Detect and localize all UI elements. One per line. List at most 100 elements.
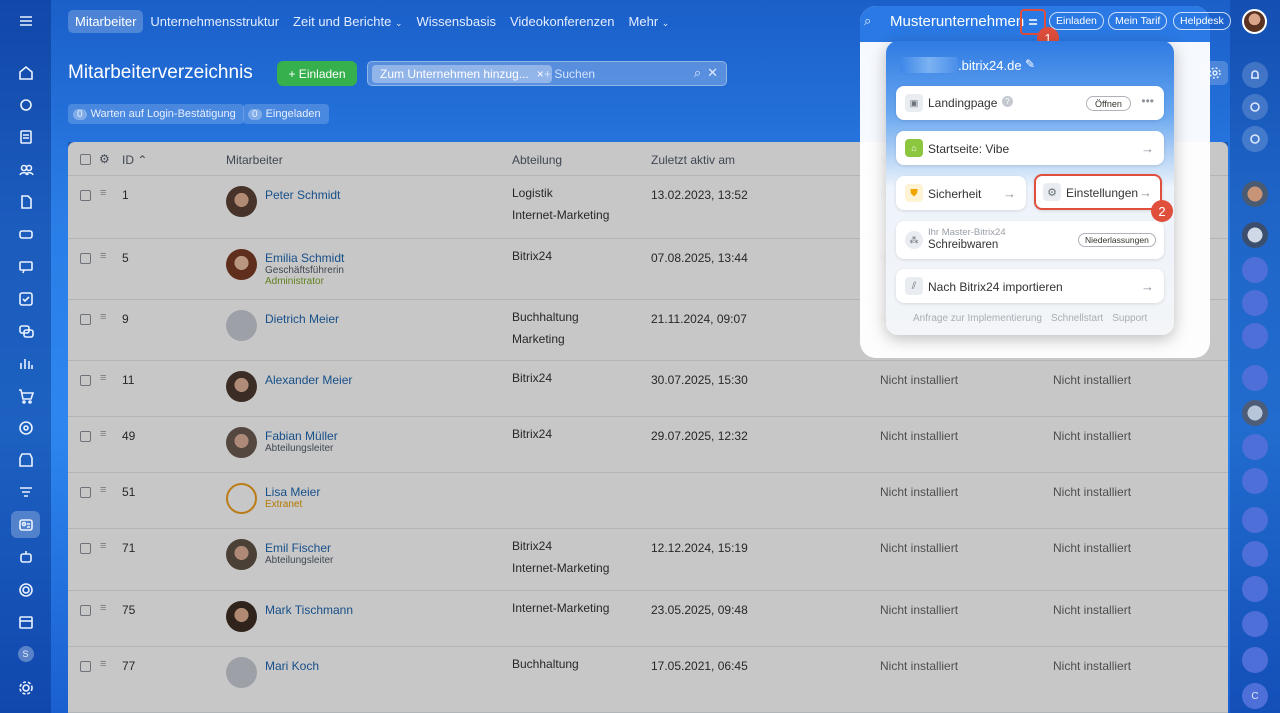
gear-icon: ⚙	[1043, 183, 1061, 201]
homepage-label: Startseite: Vibe	[928, 142, 1010, 156]
my-plan-button[interactable]: Mein Tarif	[1108, 12, 1168, 30]
pending-label: Warten auf Login-Bestätigung	[90, 108, 236, 120]
chevron-down-icon: ⌄	[661, 17, 670, 28]
homepage-card[interactable]: ⌂ Startseite: Vibe →	[896, 131, 1164, 165]
contact-initial[interactable]: C	[1242, 683, 1268, 709]
clear-icon[interactable]: ✕	[707, 65, 718, 81]
search-icon[interactable]: ⌕	[694, 65, 701, 81]
step-badge-2: 2	[1151, 200, 1173, 222]
invited-filter[interactable]: 0 Eingeladen	[243, 104, 329, 124]
store-icon[interactable]	[15, 449, 36, 470]
pending-login-filter[interactable]: 0 Warten auf Login-Bestätigung	[68, 104, 244, 124]
domain-blurred	[900, 57, 958, 73]
support-icon[interactable]	[15, 579, 36, 600]
user-avatar[interactable]	[1242, 9, 1267, 34]
chat-group-icon[interactable]	[1242, 323, 1268, 349]
calendar-icon[interactable]	[15, 611, 36, 632]
master-bitrix-card[interactable]: ⁂ Ihr Master-Bitrix24 Schreibwaren Niede…	[896, 221, 1164, 259]
filter-icon[interactable]	[15, 482, 36, 503]
footer-link-implementation[interactable]: Anfrage zur Implementierung	[913, 313, 1042, 324]
invite-button[interactable]: + Einladen	[277, 61, 357, 86]
filter-chip[interactable]: Zum Unternehmen hinzug... ×	[372, 65, 552, 83]
landingpage-icon: ▣	[905, 94, 923, 112]
home-icon[interactable]	[15, 62, 36, 83]
panel-footer: Anfrage zur Implementierung Schnellstart…	[913, 313, 1147, 324]
notifications-icon[interactable]	[1242, 62, 1268, 88]
homepage-icon: ⌂	[905, 139, 923, 157]
chat-group-icon[interactable]	[1242, 257, 1268, 283]
document-icon[interactable]	[15, 191, 36, 212]
tab-video-conferences[interactable]: Videokonferenzen	[503, 10, 622, 33]
user-initial: S	[17, 645, 34, 662]
import-label: Nach Bitrix24 importieren	[928, 280, 1063, 294]
analytics-icon[interactable]	[15, 352, 36, 373]
more-icon[interactable]: •••	[1141, 94, 1154, 108]
header-invite-button[interactable]: Einladen	[1049, 12, 1104, 30]
landingpage-card[interactable]: ▣ Landingpage ? Öffnen •••	[896, 86, 1164, 120]
employees-icon[interactable]	[11, 511, 40, 538]
contact-avatar[interactable]	[1242, 181, 1268, 207]
arrow-right-icon: →	[1141, 279, 1154, 294]
search-chat-icon[interactable]	[1242, 126, 1268, 152]
search-placeholder[interactable]: + Suchen	[544, 67, 595, 81]
network-icon: ⁂	[905, 231, 923, 249]
contact-avatar[interactable]	[1242, 222, 1268, 248]
footer-link-quickstart[interactable]: Schnellstart	[1051, 313, 1103, 324]
tab-employees[interactable]: Mitarbeiter	[68, 9, 144, 33]
drive-icon[interactable]	[15, 223, 36, 244]
user-initial-badge[interactable]: S	[15, 643, 36, 664]
close-icon[interactable]: ×	[537, 67, 544, 81]
chat-group-icon[interactable]	[1242, 434, 1268, 460]
help-icon[interactable]: ?	[1002, 96, 1013, 107]
invited-count: 0	[248, 108, 262, 120]
helpdesk-button[interactable]: Helpdesk	[1173, 12, 1231, 30]
contact-avatar[interactable]	[1242, 400, 1268, 426]
shield-icon: ⛊	[905, 184, 923, 202]
puzzle-icon[interactable]	[15, 94, 36, 115]
chat-group-icon[interactable]	[1242, 647, 1268, 673]
tasks-icon[interactable]	[15, 288, 36, 309]
import-card[interactable]: ⫽ Nach Bitrix24 importieren →	[896, 269, 1164, 303]
chat-group-icon[interactable]	[1242, 365, 1268, 391]
top-navigation: Mitarbeiter Unternehmensstruktur Zeit un…	[68, 9, 676, 33]
arrow-right-icon: →	[1139, 185, 1152, 200]
tab-company-structure[interactable]: Unternehmensstruktur	[143, 10, 286, 33]
tab-knowledge-base[interactable]: Wissensbasis	[410, 10, 503, 33]
security-card[interactable]: ⛊ Sicherheit →	[896, 176, 1026, 210]
open-button[interactable]: Öffnen	[1086, 96, 1131, 111]
robot-icon[interactable]	[15, 546, 36, 567]
pending-count: 0	[73, 108, 87, 120]
chat-group-icon[interactable]	[1242, 507, 1268, 533]
branches-button[interactable]: Niederlassungen	[1078, 233, 1156, 247]
crm-icon[interactable]	[15, 417, 36, 438]
search-box[interactable]: Zum Unternehmen hinzug... × + Suchen ⌕ ✕	[367, 61, 727, 86]
messages-icon[interactable]	[15, 320, 36, 341]
tab-more[interactable]: Mehr ⌄	[622, 10, 677, 33]
chat-icon[interactable]	[15, 256, 36, 277]
chat-group-icon[interactable]	[1242, 541, 1268, 567]
sliders-icon	[1029, 19, 1037, 25]
copilot-icon[interactable]	[1242, 94, 1268, 120]
security-label: Sicherheit	[928, 187, 982, 201]
filter-chip-label: Zum Unternehmen hinzug...	[380, 67, 529, 81]
chat-group-icon[interactable]	[1242, 468, 1268, 494]
shop-cart-icon[interactable]	[15, 385, 36, 406]
arrow-right-icon: →	[1003, 186, 1016, 201]
feed-icon[interactable]	[15, 126, 36, 147]
settings-icon[interactable]	[15, 677, 36, 698]
portal-domain: .bitrix24.de	[958, 58, 1022, 73]
company-name[interactable]: Musterunternehmen	[890, 13, 1024, 30]
import-icon: ⫽	[905, 277, 923, 295]
team-icon[interactable]	[15, 159, 36, 180]
chat-group-icon[interactable]	[1242, 611, 1268, 637]
menu-icon[interactable]	[15, 10, 36, 31]
chat-group-icon[interactable]	[1242, 576, 1268, 602]
chat-group-icon[interactable]	[1242, 290, 1268, 316]
settings-card[interactable]: ⚙ Einstellungen →	[1034, 174, 1162, 210]
search-icon[interactable]: ⌕	[864, 13, 871, 29]
footer-link-support[interactable]: Support	[1112, 313, 1147, 324]
edit-icon[interactable]: ✎	[1025, 57, 1035, 71]
invited-label: Eingeladen	[265, 108, 321, 120]
tab-time-reports-label: Zeit und Berichte	[293, 13, 392, 29]
tab-time-reports[interactable]: Zeit und Berichte ⌄	[286, 10, 409, 33]
